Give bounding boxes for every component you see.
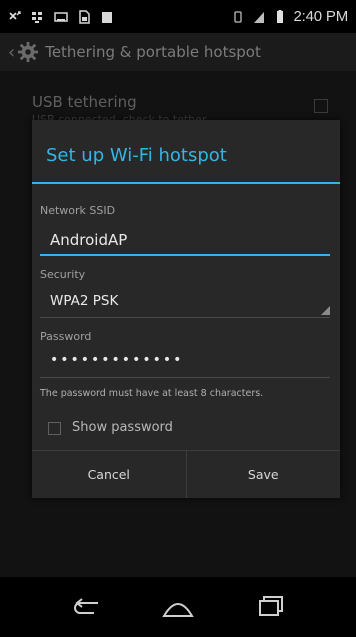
navigation-bar: [0, 577, 356, 637]
back-caret-icon[interactable]: ‹: [8, 42, 15, 63]
security-label: Security: [40, 268, 86, 281]
voicemail-icon: [54, 11, 68, 22]
save-button[interactable]: Save: [185, 451, 341, 498]
show-password-checkbox[interactable]: [48, 422, 61, 435]
clock: 2:40 PM: [293, 8, 349, 25]
wifi-hotspot-dialog: Set up Wi-Fi hotspot Network SSID Androi…: [32, 120, 340, 498]
signal-icon: [253, 11, 264, 23]
page-title: Tethering & portable hotspot: [45, 43, 261, 61]
ssid-underline: [40, 254, 330, 256]
back-icon[interactable]: [68, 594, 104, 620]
security-underline: [40, 317, 330, 318]
title-divider: [32, 182, 340, 184]
settings-gear-icon: [18, 41, 39, 63]
home-icon[interactable]: [160, 594, 196, 620]
missed-call-icon: [9, 10, 21, 20]
usb-tethering-checkbox[interactable]: [314, 99, 328, 113]
status-bar: 2:40 PM: [0, 0, 356, 33]
notification-icon: [102, 11, 112, 23]
security-select[interactable]: WPA2 PSK: [50, 293, 118, 309]
recent-apps-icon[interactable]: [252, 594, 288, 620]
password-label: Password: [40, 330, 92, 343]
action-bar: ‹ Tethering & portable hotspot: [0, 33, 356, 71]
dialog-title: Set up Wi-Fi hotspot: [46, 145, 227, 166]
ssid-input[interactable]: AndroidAP: [50, 231, 127, 249]
usb-tethering-title[interactable]: USB tethering: [32, 93, 137, 111]
battery-icon: [276, 9, 283, 23]
show-password-label[interactable]: Show password: [72, 420, 173, 435]
cancel-button[interactable]: Cancel: [32, 451, 186, 498]
password-hint: The password must have at least 8 charac…: [40, 388, 264, 399]
password-input[interactable]: •••••••••••••: [50, 352, 183, 368]
bbm-icon: [32, 11, 42, 23]
ssid-label: Network SSID: [40, 204, 116, 217]
dropdown-triangle-icon[interactable]: [321, 306, 330, 315]
dialog-button-bar: Cancel Save: [32, 450, 340, 498]
status-right-icons: 2:40 PM: [231, 8, 348, 25]
password-underline: [40, 377, 330, 378]
vibrate-icon: [233, 10, 242, 23]
sim-icon: [79, 9, 90, 24]
status-left-icons: [8, 9, 114, 24]
